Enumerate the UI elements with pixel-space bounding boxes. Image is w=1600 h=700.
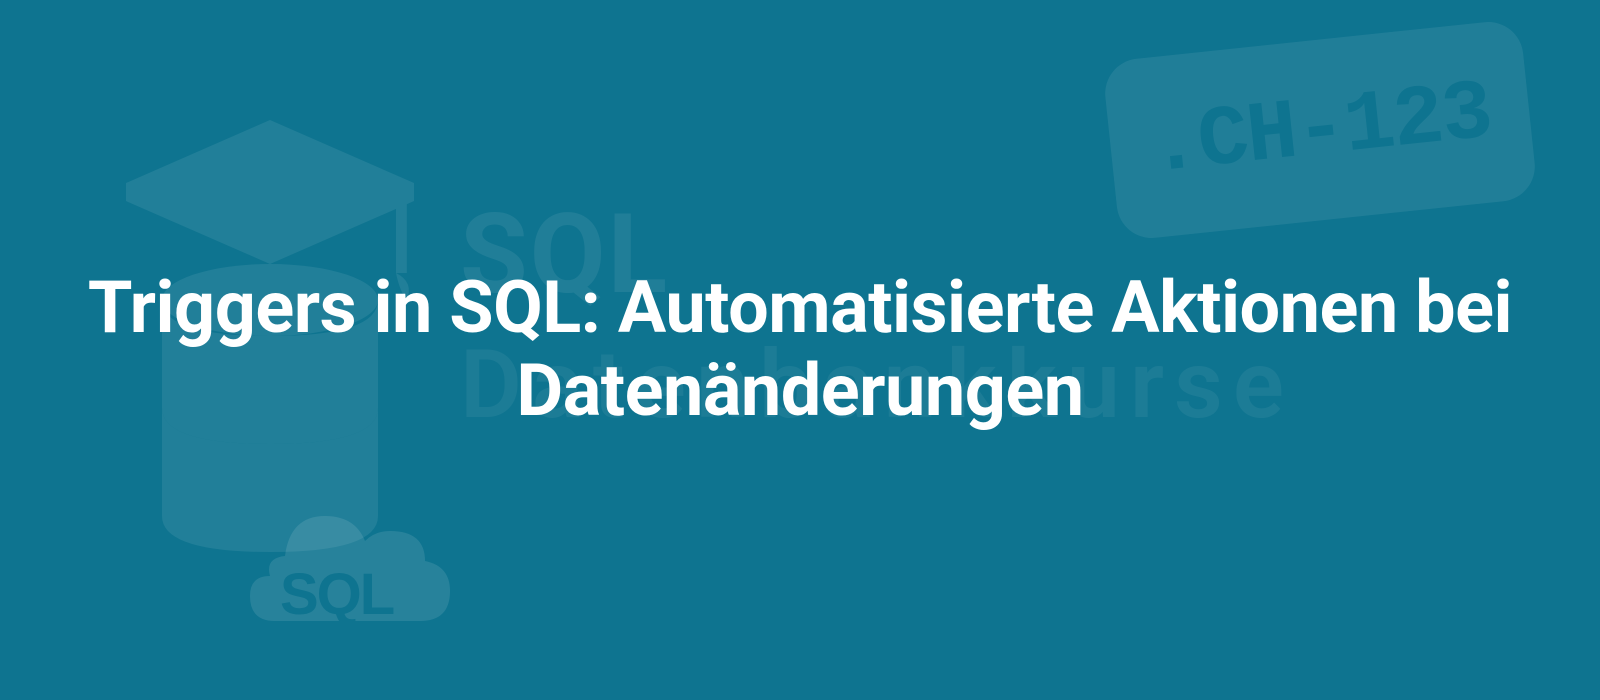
svg-text:SQL: SQL xyxy=(280,562,394,627)
watermark-badge: .CH-123 xyxy=(1102,19,1539,242)
watermark-cloud-sql-icon: SQL xyxy=(200,476,480,660)
page-title: Triggers in SQL: Automatisierte Aktionen… xyxy=(80,267,1520,433)
watermark-badge-text: .CH-123 xyxy=(1144,64,1495,196)
